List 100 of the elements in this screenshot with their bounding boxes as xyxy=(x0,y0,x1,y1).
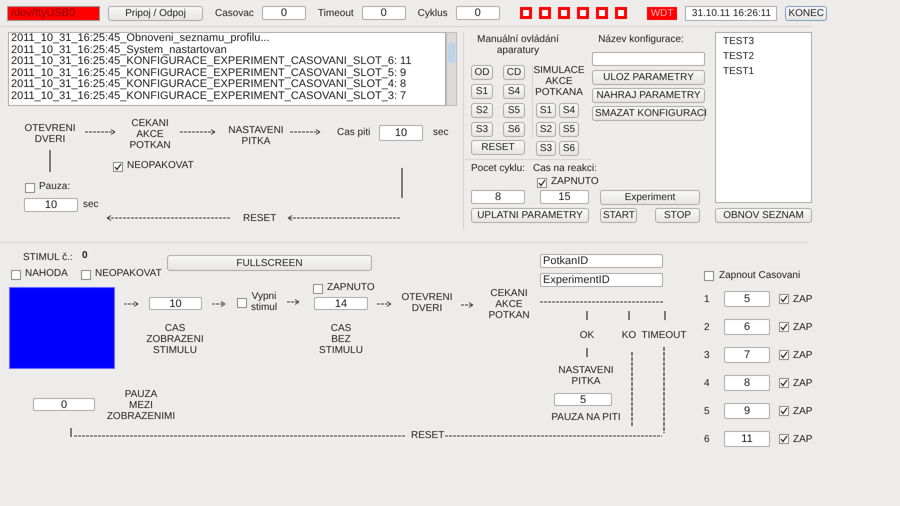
number-field[interactable]: 11 xyxy=(724,431,770,447)
number-field[interactable]: 14 xyxy=(314,297,368,310)
fullscreen-button[interactable]: FULLSCREEN xyxy=(167,255,372,271)
checkbox[interactable] xyxy=(25,183,35,193)
connector-line xyxy=(586,348,588,357)
control-button[interactable]: S3 xyxy=(471,122,493,137)
checkbox-label: ZAP xyxy=(793,322,812,332)
checkbox[interactable] xyxy=(779,406,789,416)
number-field[interactable]: 5 xyxy=(724,291,770,307)
arrow xyxy=(180,129,216,135)
checkbox[interactable] xyxy=(237,298,247,308)
checkbox-label: Pauza: xyxy=(39,181,70,192)
field-label: PAUZA NA PITI xyxy=(550,412,622,423)
step-label: RESET xyxy=(243,213,276,224)
name-field[interactable] xyxy=(592,52,705,66)
checkbox[interactable] xyxy=(537,178,547,188)
checkbox[interactable] xyxy=(113,162,123,172)
simulation-button[interactable]: S4 xyxy=(559,103,579,118)
connect-button[interactable]: Pripoj / Odpoj xyxy=(108,6,203,20)
simulation-button[interactable]: S1 xyxy=(536,103,556,118)
experiment-button[interactable]: Experiment xyxy=(600,190,700,205)
arrow xyxy=(460,302,474,308)
number-field[interactable]: 6 xyxy=(724,319,770,335)
simulation-button[interactable]: S3 xyxy=(536,141,556,156)
connector-line xyxy=(70,428,72,437)
step-label: OTEVRENI DVERI xyxy=(400,292,454,314)
control-button[interactable]: S6 xyxy=(503,122,525,137)
profile-item[interactable]: TEST2 xyxy=(721,51,806,62)
step-label: OTEVRENI DVERI xyxy=(23,123,77,145)
text-field[interactable]: PotkanID xyxy=(540,254,663,268)
connector-line xyxy=(586,311,588,320)
control-button[interactable]: CD xyxy=(503,65,525,80)
step-label: RESET xyxy=(411,430,444,441)
control-button[interactable]: S5 xyxy=(503,103,525,118)
datetime-field: 31.10.11 16:26:11 xyxy=(685,6,778,20)
config-button[interactable]: ULOZ PARAMETRY xyxy=(592,70,705,85)
control-button[interactable]: S4 xyxy=(503,84,525,99)
text-field[interactable]: ExperimentID xyxy=(540,273,663,287)
slot-number: 3 xyxy=(704,350,711,360)
number-field[interactable]: 10 xyxy=(149,297,202,310)
watchdog-indicator: WDT xyxy=(646,6,678,20)
step-label: CEKANI AKCE POTKAN xyxy=(487,288,531,321)
simulation-button[interactable]: S2 xyxy=(536,122,556,137)
step-label: NASTAVENI PITKA xyxy=(557,365,615,387)
control-button[interactable]: OD xyxy=(471,65,493,80)
simulation-button[interactable]: S5 xyxy=(559,122,579,137)
checkbox[interactable] xyxy=(11,270,21,280)
checkbox-label: Vypni stimul xyxy=(250,291,278,313)
simulation-button[interactable]: S6 xyxy=(559,141,579,156)
number-field[interactable]: 0 xyxy=(33,398,95,411)
checkbox[interactable] xyxy=(779,294,789,304)
scrollbar[interactable] xyxy=(446,32,457,106)
checkbox-label: NEOPAKOVAT xyxy=(127,160,194,171)
number-field[interactable]: 9 xyxy=(724,403,770,419)
refresh-button[interactable]: OBNOV SEZNAM xyxy=(715,208,812,223)
checkbox-label: ZAP xyxy=(793,378,812,388)
checkbox-label: NEOPAKOVAT xyxy=(95,268,162,279)
connector-line xyxy=(664,311,666,320)
number-field[interactable]: 10 xyxy=(379,125,423,141)
checkbox[interactable] xyxy=(81,270,91,280)
unit-label: sec xyxy=(433,127,449,138)
number-field[interactable]: 10 xyxy=(24,198,78,212)
slot-number: 1 xyxy=(704,294,711,304)
field-label: STIMUL č.: xyxy=(23,252,73,263)
checkbox[interactable] xyxy=(704,270,714,280)
control-button[interactable]: S2 xyxy=(471,103,493,118)
log-entry: 2011_10_31_16:25:45_KONFIGURACE_EXPERIMENT_CASOVANI_SLOT_6: 11 xyxy=(11,56,412,68)
apply-button[interactable]: UPLATNI PARAMETRY xyxy=(471,208,589,223)
checkbox[interactable] xyxy=(779,322,789,332)
quit-button[interactable]: KONEC xyxy=(785,6,828,20)
checkbox[interactable] xyxy=(779,350,789,360)
profile-item[interactable]: TEST3 xyxy=(721,36,806,47)
checkbox-label: ZAP xyxy=(793,406,812,416)
checkbox-label: ZAP xyxy=(793,294,812,304)
counter-field[interactable]: 0 xyxy=(456,6,500,20)
section-title: Manuální ovládání aparatury xyxy=(476,34,560,56)
outcome-label: TIMEOUT xyxy=(640,330,688,341)
number-field[interactable]: 7 xyxy=(724,347,770,363)
checkbox[interactable] xyxy=(313,284,323,294)
counter-label: Casovac xyxy=(215,8,254,18)
number-field[interactable]: 15 xyxy=(540,190,589,204)
config-button[interactable]: SMAZAT KONFIGURACI xyxy=(592,106,705,121)
stop-button[interactable]: STOP xyxy=(655,208,700,223)
profile-item[interactable]: TEST1 xyxy=(721,66,806,77)
start-button[interactable]: START xyxy=(600,208,637,223)
stimulus-number: 0 xyxy=(82,250,88,261)
slot-number: 4 xyxy=(704,378,711,388)
checkbox-label: ZAP xyxy=(793,350,812,360)
reset-button[interactable]: RESET xyxy=(471,140,525,155)
slot-number: 2 xyxy=(704,322,711,332)
counter-field[interactable]: 0 xyxy=(262,6,306,20)
number-field[interactable]: 8 xyxy=(471,190,525,204)
checkbox[interactable] xyxy=(779,434,789,444)
number-field[interactable]: 5 xyxy=(554,393,612,406)
config-button[interactable]: NAHRAJ PARAMETRY xyxy=(592,88,705,103)
counter-field[interactable]: 0 xyxy=(362,6,406,20)
checkbox[interactable] xyxy=(779,378,789,388)
field-label: Cas na reakci: xyxy=(533,163,597,174)
control-button[interactable]: S1 xyxy=(471,84,493,99)
number-field[interactable]: 8 xyxy=(724,375,770,391)
